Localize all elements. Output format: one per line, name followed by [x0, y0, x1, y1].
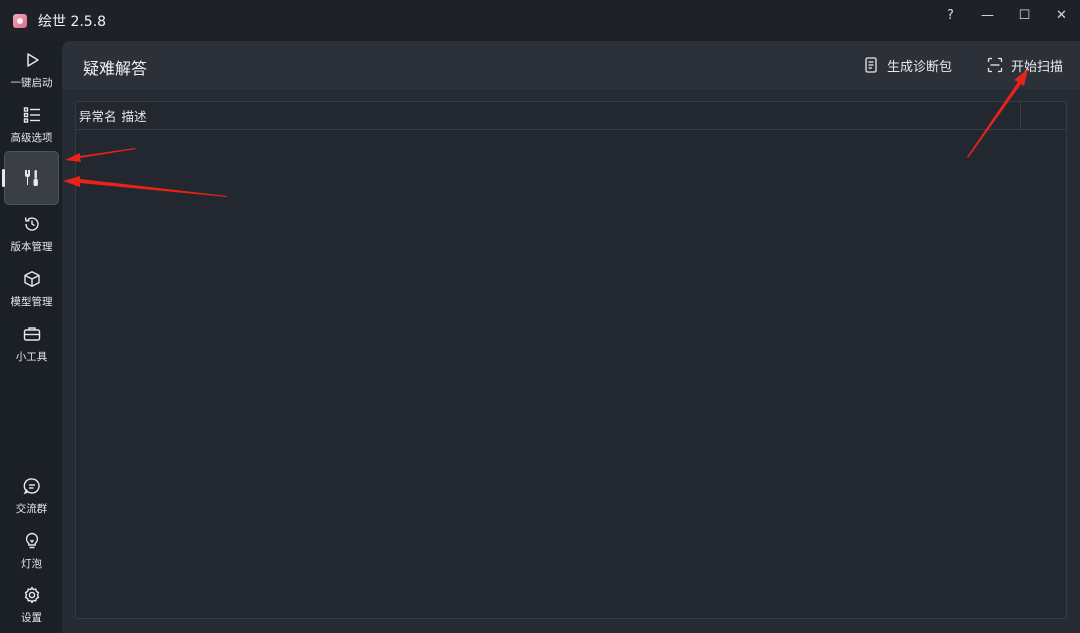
sidebar-item-label: 交流群: [15, 503, 48, 515]
sidebar-item-label: 一键启动: [10, 77, 53, 89]
cube-icon: [22, 269, 42, 289]
minimize-button[interactable]: —: [969, 0, 1006, 30]
history-icon: [22, 214, 42, 234]
app-logo-icon: [13, 13, 27, 28]
sidebar: 一键启动 高级选项 版本管理 模型管理 小工具 交流群 灯泡 设置: [0, 41, 62, 633]
close-button[interactable]: ✕: [1043, 0, 1080, 30]
column-header-name[interactable]: 异常名: [76, 106, 117, 125]
page-header: 疑难解答 生成诊断包 开始扫描: [62, 41, 1080, 89]
chat-icon: [22, 476, 42, 496]
sidebar-item-label: 高级选项: [10, 132, 53, 144]
generate-diagnostic-button[interactable]: 生成诊断包: [863, 54, 952, 76]
issues-table: 异常名 描述: [75, 101, 1067, 619]
sidebar-item-troubleshoot[interactable]: [2, 151, 59, 205]
maximize-button[interactable]: ☐: [1006, 0, 1043, 30]
sidebar-item-bulb[interactable]: 灯泡: [4, 524, 59, 578]
page-title: 疑难解答: [83, 59, 148, 78]
table-header: 异常名 描述: [76, 102, 1066, 130]
window-title: 绘世 2.5.8: [38, 13, 107, 30]
sidebar-item-label: 版本管理: [10, 241, 53, 253]
gear-icon: [22, 585, 42, 605]
scan-icon: [987, 57, 1003, 73]
title-bar: 绘世 2.5.8 ? — ☐ ✕: [0, 0, 1080, 41]
list-icon: [22, 105, 42, 125]
sidebar-item-launch[interactable]: 一键启动: [4, 43, 59, 97]
window-controls: ? — ☐ ✕: [932, 0, 1080, 30]
active-indicator: [2, 169, 5, 187]
play-icon: [22, 50, 42, 70]
toolbox-icon: [22, 324, 42, 344]
sidebar-item-label: 设置: [21, 612, 42, 624]
main-panel: 疑难解答 生成诊断包 开始扫描 异常名 描述: [62, 41, 1080, 633]
start-scan-label: 开始扫描: [1011, 59, 1064, 75]
sidebar-item-models[interactable]: 模型管理: [4, 262, 59, 316]
sidebar-item-label: 小工具: [15, 351, 48, 363]
column-divider[interactable]: [1020, 102, 1021, 129]
tools-icon: [22, 168, 42, 188]
sidebar-item-versions[interactable]: 版本管理: [4, 207, 59, 261]
sidebar-item-community[interactable]: 交流群: [4, 469, 59, 523]
sidebar-item-label: 模型管理: [10, 296, 53, 308]
help-button[interactable]: ?: [932, 0, 969, 30]
document-icon: [863, 57, 879, 73]
sidebar-item-advanced[interactable]: 高级选项: [4, 98, 59, 152]
generate-diagnostic-label: 生成诊断包: [887, 59, 953, 75]
lightbulb-icon: [22, 531, 42, 551]
sidebar-item-settings[interactable]: 设置: [4, 578, 59, 632]
column-header-description[interactable]: 描述: [117, 106, 147, 125]
sidebar-item-label: 灯泡: [21, 558, 42, 570]
start-scan-button[interactable]: 开始扫描: [987, 54, 1063, 76]
sidebar-item-tools[interactable]: 小工具: [4, 317, 59, 371]
